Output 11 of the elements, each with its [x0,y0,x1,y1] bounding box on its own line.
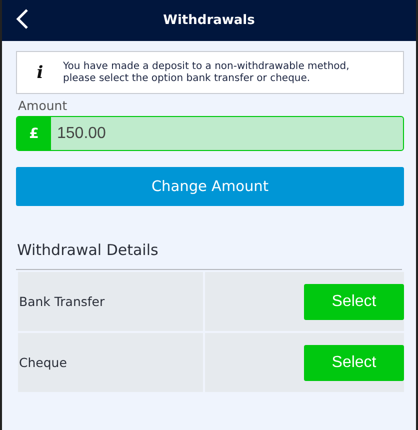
notice-text: You have made a deposit to a non-withdrawable method, please select the option bank transfer or cheque. [63,60,350,84]
page-title: Withdrawals [163,13,255,28]
section-title: Withdrawal Details [16,241,160,261]
amount-label: Amount [17,97,68,115]
select-button[interactable]: Select [304,344,404,380]
method-name: Bank Transfer [18,294,105,309]
change-amount-button[interactable]: Change Amount [16,167,404,206]
select-button[interactable]: Select [304,284,404,320]
amount-field[interactable]: £ 150.00 [16,116,404,151]
method-name: Cheque [18,355,67,370]
info-icon: i [17,62,63,82]
